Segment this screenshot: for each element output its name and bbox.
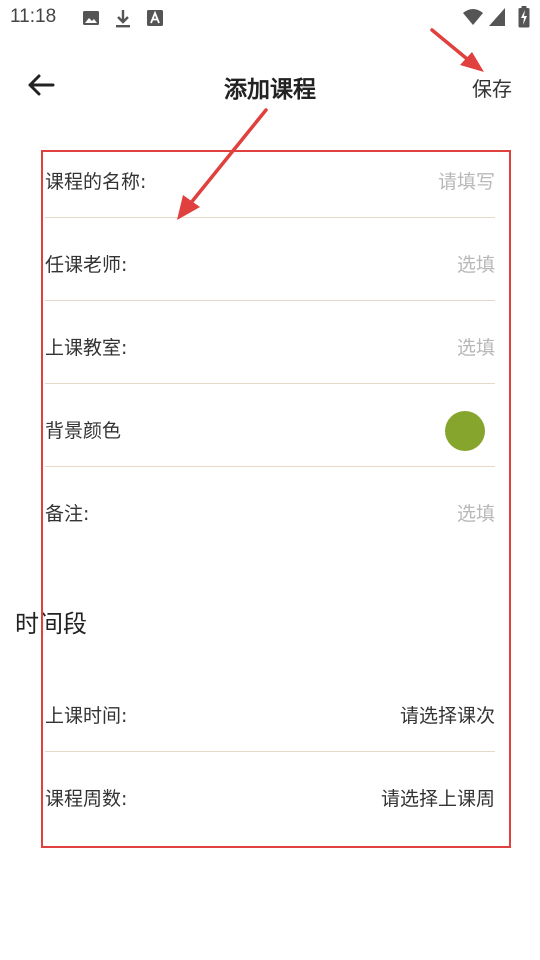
annotation-arrow-save: [430, 28, 474, 65]
annotation-arrow-title-head: [177, 195, 200, 220]
annotation-arrows: [177, 28, 484, 220]
annotation-arrow-title: [188, 108, 268, 206]
